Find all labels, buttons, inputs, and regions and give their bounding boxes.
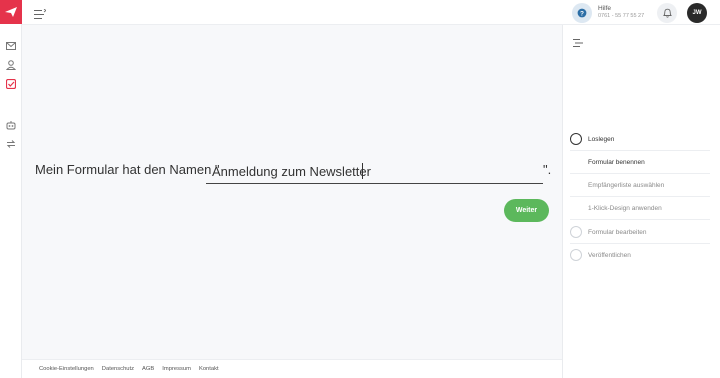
next-button[interactable]: Weiter	[504, 199, 549, 222]
menu-toggle-icon[interactable]	[34, 7, 47, 19]
paper-plane-icon	[5, 7, 17, 17]
left-rail	[0, 0, 22, 378]
transfer-icon[interactable]	[5, 138, 17, 150]
checklist-icon[interactable]	[5, 78, 17, 90]
footer-link-cookies[interactable]: Cookie-Einstellungen	[39, 366, 94, 372]
step-circle	[570, 133, 582, 145]
step-label: Formular benennen	[588, 158, 645, 166]
app-logo[interactable]	[0, 0, 22, 24]
footer: Cookie-Einstellungen Datenschutz AGB Imp…	[22, 359, 562, 378]
step-label: 1-Klick-Design anwenden	[588, 204, 662, 212]
step-circle	[570, 226, 582, 238]
step-label: Formular bearbeiten	[588, 228, 647, 236]
svg-text:?: ?	[580, 10, 584, 17]
form-name-input[interactable]	[206, 160, 543, 184]
user-icon[interactable]	[5, 59, 17, 71]
footer-link-contact[interactable]: Kontakt	[199, 366, 219, 372]
automation-icon[interactable]	[5, 119, 17, 131]
step-apply-design[interactable]: 1-Klick-Design anwenden	[570, 197, 710, 220]
form-name-trailing: ".	[543, 162, 552, 177]
notifications-button[interactable]	[657, 3, 677, 23]
top-bar: ? Hilfe 0761 - 55 77 55 27 JW	[22, 0, 720, 25]
step-label: Loslegen	[588, 135, 615, 143]
step-name-form[interactable]: Formular benennen	[570, 151, 710, 174]
step-publish[interactable]: Veröffentlichen	[570, 244, 710, 267]
envelope-icon[interactable]	[5, 40, 17, 52]
step-select-list[interactable]: Empfängerliste auswählen	[570, 174, 710, 197]
step-circle	[570, 249, 582, 261]
footer-link-terms[interactable]: AGB	[142, 366, 154, 372]
step-label: Empfängerliste auswählen	[588, 181, 665, 189]
help-phone: 0761 - 55 77 55 27	[598, 13, 645, 19]
bell-icon	[662, 8, 672, 18]
main-content: Mein Formular hat den Namen " ". Weiter	[22, 25, 562, 359]
step-start[interactable]: Loslegen	[570, 128, 710, 151]
question-icon: ?	[577, 8, 587, 18]
step-label: Veröffentlichen	[588, 252, 631, 259]
step-edit-form[interactable]: Formular bearbeiten	[570, 221, 710, 244]
text-caret	[362, 163, 363, 179]
avatar[interactable]: JW	[687, 3, 707, 23]
panel-toggle-icon[interactable]	[573, 35, 583, 47]
footer-links: Cookie-Einstellungen Datenschutz AGB Imp…	[39, 366, 219, 372]
footer-link-privacy[interactable]: Datenschutz	[102, 366, 134, 372]
form-name-sentence: Mein Formular hat den Namen "	[35, 162, 220, 177]
footer-link-imprint[interactable]: Impressum	[162, 366, 191, 372]
help-button[interactable]: ?	[572, 3, 592, 23]
help-title[interactable]: Hilfe	[598, 5, 611, 12]
steps-panel: Loslegen Formular benennen Empfängerlist…	[562, 25, 720, 378]
